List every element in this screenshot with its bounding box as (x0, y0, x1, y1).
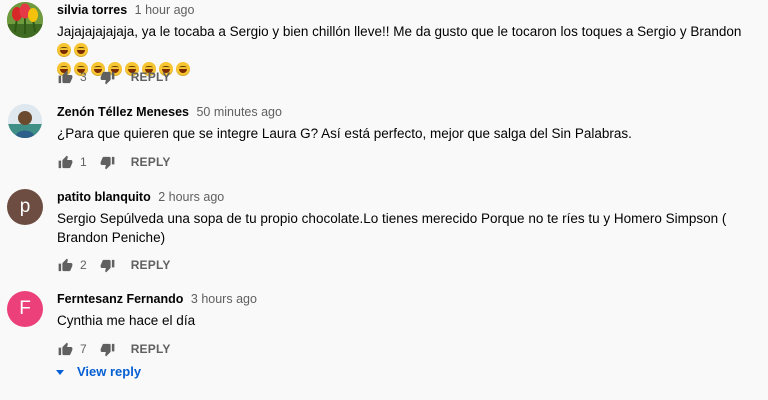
dislike-button[interactable] (100, 257, 116, 273)
comment-time[interactable]: 2 hours ago (158, 190, 224, 204)
comment-actions: 3 REPLY (57, 67, 171, 87)
avatar[interactable]: F (7, 291, 43, 327)
like-count: 1 (80, 155, 87, 169)
avatar-letter: p (19, 196, 31, 217)
laughing-emoji-group (57, 43, 91, 58)
laughing-emoji-icon (176, 62, 190, 76)
dislike-button[interactable] (100, 341, 116, 357)
like-count: 2 (80, 258, 87, 272)
avatar[interactable]: p (7, 189, 43, 225)
like-button[interactable] (57, 154, 73, 170)
dislike-button[interactable] (100, 69, 116, 85)
comment-author[interactable]: Zenón Téllez Meneses (57, 105, 189, 119)
view-reply-button[interactable]: View reply (56, 364, 141, 379)
laughing-emoji-icon (74, 43, 88, 57)
reply-button[interactable]: REPLY (131, 155, 171, 169)
comment-actions: 2 REPLY (57, 255, 171, 275)
comment-text: Cynthia me hace el día (57, 313, 196, 328)
comment-time[interactable]: 3 hours ago (191, 292, 257, 306)
person-photo-icon (8, 104, 42, 138)
caret-down-icon (56, 369, 64, 375)
avatar[interactable] (7, 2, 43, 38)
comment-time[interactable]: 1 hour ago (135, 3, 195, 17)
like-count: 7 (80, 342, 87, 356)
like-button[interactable] (57, 341, 73, 357)
comment-actions: 1 REPLY (57, 152, 171, 172)
comment-time[interactable]: 50 minutes ago (196, 105, 281, 119)
comment-text: ¿Para que quieren que se integre Laura G… (57, 126, 632, 141)
view-reply-label: View reply (77, 364, 142, 379)
like-button[interactable] (57, 257, 73, 273)
like-button[interactable] (57, 69, 73, 85)
avatar-letter: F (19, 298, 31, 319)
reply-button[interactable]: REPLY (131, 70, 171, 84)
reply-button[interactable]: REPLY (131, 258, 171, 272)
thumbs-up-icon (58, 342, 72, 355)
reply-button[interactable]: REPLY (131, 342, 171, 356)
thumbs-down-icon (100, 156, 115, 169)
comment-actions: 7 REPLY (57, 339, 171, 359)
avatar[interactable] (8, 104, 42, 138)
thumbs-down-icon (100, 71, 115, 84)
comment-text-body: Jajajajajajaja, ya le tocaba a Sergio y … (57, 24, 742, 39)
thumbs-down-icon (100, 343, 115, 356)
thumbs-up-icon (58, 258, 72, 271)
laughing-emoji-icon (57, 43, 71, 57)
thumbs-down-icon (100, 259, 115, 272)
comment-author[interactable]: silvia torres (57, 3, 127, 17)
comment-author[interactable]: patito blanquito (57, 190, 151, 204)
comment-author[interactable]: Ferntesanz Fernando (57, 292, 183, 306)
comment-text: Sergio Sepúlveda una sopa de tu propio c… (57, 211, 727, 245)
thumbs-up-icon (58, 155, 72, 168)
dislike-button[interactable] (100, 154, 116, 170)
tulips-photo-icon (7, 2, 43, 38)
like-count: 3 (80, 70, 87, 84)
thumbs-up-icon (58, 70, 72, 83)
